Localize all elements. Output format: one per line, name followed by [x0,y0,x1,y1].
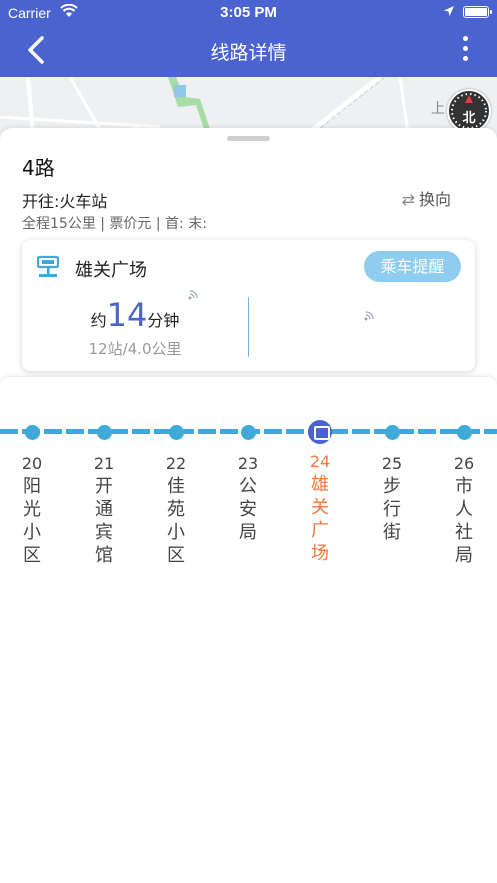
stop-number: 25 [381,454,403,473]
route-direction: 开往:火车站 [22,192,108,211]
stop-name: 佳苑小区 [167,476,185,566]
more-dot [462,46,468,51]
eta-minutes: 14 [106,296,148,334]
more-dot [462,36,468,41]
page-title: 线路详情 [210,42,287,64]
card-divider [248,297,249,357]
stop-item[interactable]: 20 阳光小区 [17,422,47,567]
stop-name: 市人社局 [455,476,473,566]
stop-item[interactable]: 23 公安局 [233,422,263,544]
stop-item-current[interactable]: 24 雄关广场 [305,420,335,565]
drag-handle[interactable] [227,136,270,141]
stops-panel: 20 阳光小区 21 开通宾馆 22 佳苑小区 23 公安局 24 雄关广场 2… [0,377,497,883]
stop-number: 23 [237,454,259,473]
more-dot [462,56,468,61]
status-bar: Carrier 3:05 PM [0,0,497,26]
location-arrow-icon [444,6,454,16]
boarding-reminder-button[interactable]: 乘车提醒 [364,251,461,282]
eta-prefix: 约 [90,311,107,330]
stop-item[interactable]: 22 佳苑小区 [161,422,191,567]
stop-number: 26 [453,454,475,473]
eta-distance: 12站/4.0公里 [88,340,182,358]
stop-item[interactable]: 21 开通宾馆 [89,422,119,567]
current-stop-bus-icon [308,420,332,444]
stop-name: 步行街 [383,476,401,543]
stop-name: 公安局 [239,476,257,543]
stop-name: 雄关广场 [311,474,329,564]
stop-number: 24 [309,452,331,471]
realtime-signal-icon [364,311,374,321]
stop-number: 22 [165,454,187,473]
battery-icon [463,6,492,18]
switch-direction-button[interactable]: ⇄ 换向 [402,186,451,210]
route-name: 4路 [22,156,55,180]
stop-dot [384,425,400,440]
bus-stop-icon [37,255,59,277]
stop-number: 21 [93,454,115,473]
switch-direction-label: 换向 [418,190,451,209]
stop-dot [168,425,184,440]
stop-dot [96,425,112,440]
stop-number: 20 [21,454,43,473]
selected-stop-name: 雄关广场 [75,260,147,281]
header: Carrier 3:05 PM 线路详情 [0,0,497,77]
stop-item[interactable]: 26 市人社局 [449,422,479,567]
eta-suffix: 分钟 [147,311,180,330]
stop-dot [24,425,40,440]
stop-item[interactable]: 25 步行街 [377,422,407,544]
route-info-panel: 4路 开往:火车站 ⇄ 换向 全程15公里 | 票价元 | 首: 末: 雄关广场 … [0,128,497,388]
stop-name: 阳光小区 [23,476,41,566]
compass-north-label: 北 [462,111,476,126]
selected-stop-card: 雄关广场 乘车提醒 约14分钟 12站/4.0公里 [22,240,475,371]
clock: 3:05 PM [220,4,277,21]
swap-icon: ⇄ [401,190,415,209]
compass-icon[interactable]: 北 [447,89,491,133]
route-meta: 全程15公里 | 票价元 | 首: 末: [22,216,207,232]
stop-dot [456,425,472,440]
stop-dot [240,425,256,440]
more-button[interactable] [459,36,471,66]
app-screen: Carrier 3:05 PM 线路详情 上 北 4路 开往:火车站 ⇄ 换向 … [0,0,497,883]
map-place-label: 上 [431,101,445,117]
eta-display: 约14分钟 [22,296,248,334]
stop-name: 开通宾馆 [95,476,113,566]
